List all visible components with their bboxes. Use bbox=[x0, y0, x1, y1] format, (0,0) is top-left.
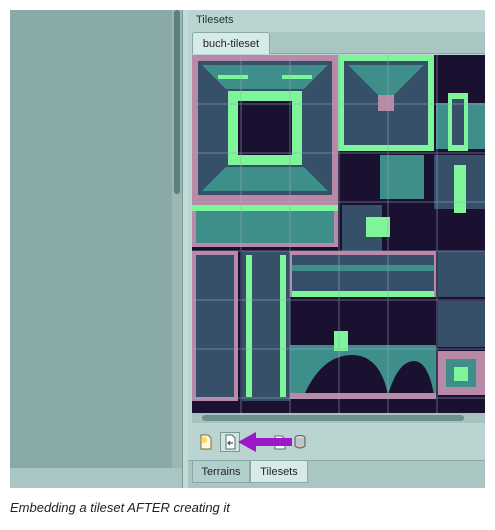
tileset-image bbox=[192, 55, 485, 413]
bottom-tab-bar: Terrains Tilesets bbox=[188, 460, 485, 488]
horizontal-scrollbar-thumb[interactable] bbox=[202, 415, 464, 421]
tab-strip bbox=[270, 32, 485, 54]
map-view-panel[interactable] bbox=[10, 10, 180, 468]
tab-terrains[interactable]: Terrains bbox=[192, 461, 250, 483]
tab-tilesets[interactable]: Tilesets bbox=[250, 461, 308, 483]
annotation-arrow bbox=[238, 432, 292, 452]
vertical-scrollbar-thumb[interactable] bbox=[174, 10, 180, 194]
tileset-image-view[interactable] bbox=[192, 55, 485, 413]
screenshot: Tilesets buch-tileset Terrains Tilesets bbox=[10, 10, 485, 488]
tilesets-panel: Tilesets buch-tileset Terrains Tilesets bbox=[188, 10, 485, 488]
map-view-status-strip bbox=[10, 468, 188, 488]
tab-buch-tileset[interactable]: buch-tileset bbox=[192, 32, 270, 54]
tileset-toolbar bbox=[192, 428, 485, 456]
panel-title: Tilesets bbox=[196, 14, 234, 26]
horizontal-scrollbar[interactable] bbox=[192, 413, 485, 423]
figure-caption: Embedding a tileset AFTER creating it bbox=[10, 500, 230, 515]
